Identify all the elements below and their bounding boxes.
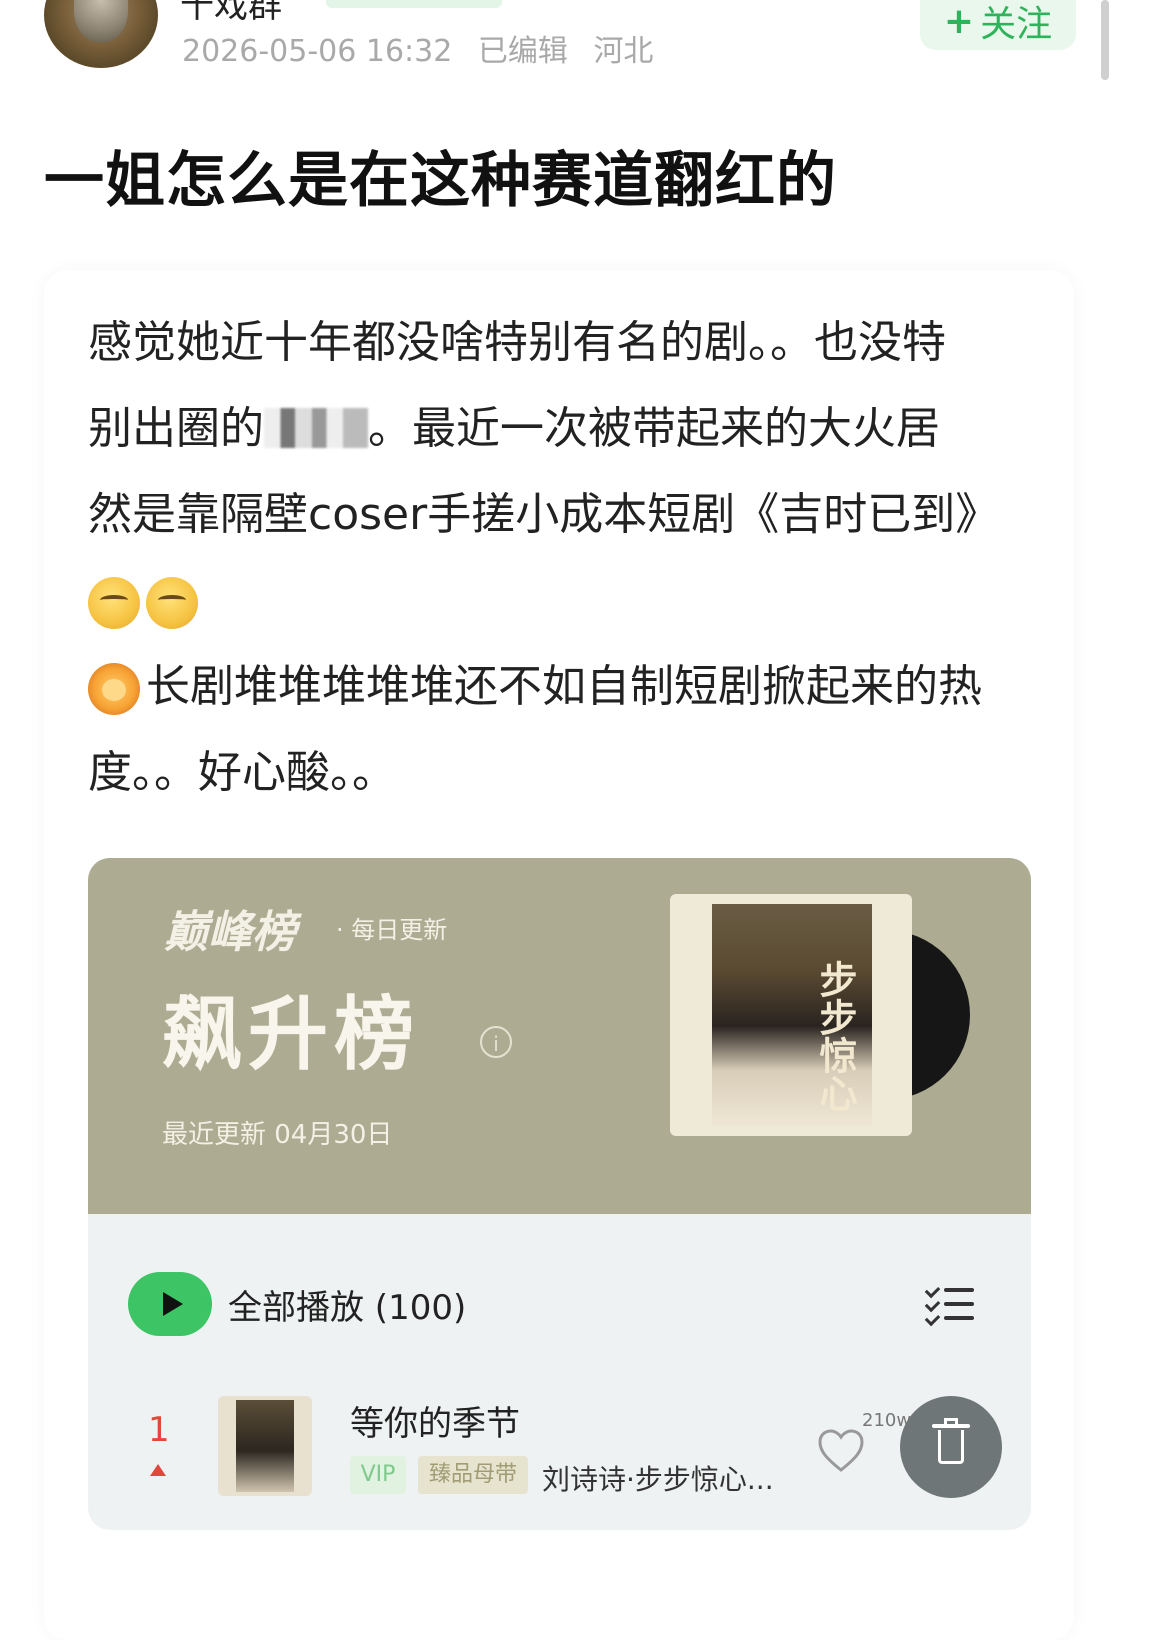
post-title: 一姐怎么是在这种赛道翻红的 xyxy=(44,146,837,216)
location-label: 河北 xyxy=(593,34,654,69)
body-line: 长剧堆堆堆堆堆还不如自制短剧掀起来的热 xyxy=(88,644,1028,730)
song-rank: 1 xyxy=(148,1410,170,1450)
mosaic-censor xyxy=(264,408,368,448)
lion-face-icon xyxy=(88,663,140,715)
scrollbar[interactable] xyxy=(1101,0,1109,80)
premium-master-tag: 臻品母带 xyxy=(418,1456,528,1494)
play-all-row: 全部播放 (100) xyxy=(128,1272,1008,1338)
post-body: 感觉她近十年都没啥特别有名的剧。。也没特 别出圈的 。最近一次被带起来的大火居 然… xyxy=(88,300,1028,816)
rank-up-arrow-icon xyxy=(150,1464,166,1476)
body-line xyxy=(88,558,1028,644)
info-icon[interactable]: i xyxy=(480,1026,512,1058)
play-all-label[interactable]: 全部播放 (100) xyxy=(228,1280,466,1329)
username[interactable]: 十戏群 xyxy=(180,0,282,27)
song-title: 等你的季节 xyxy=(350,1404,520,1444)
delete-button[interactable] xyxy=(900,1396,1002,1498)
body-text-segment: 。最近一次被带起来的大火居 xyxy=(368,403,940,454)
song-thumbnail xyxy=(218,1396,312,1496)
follow-label: 关注 xyxy=(980,4,1053,45)
thinking-face-icon xyxy=(88,577,140,629)
album-cover[interactable]: 步步惊心 xyxy=(670,894,912,1136)
embedded-screenshot[interactable]: 巅峰榜 · 每日更新 飙升榜 i 最近更新 04月30日 步步惊心 全部播放 (… xyxy=(88,858,1031,1530)
song-artist-album: 刘诗诗·步步惊心... xyxy=(542,1463,774,1496)
updated-label: 最近更新 04月30日 xyxy=(162,1120,393,1150)
post-date: 2026-05-06 16:32 xyxy=(182,34,453,69)
play-all-button[interactable] xyxy=(128,1272,212,1336)
body-line: 感觉她近十年都没啥特别有名的剧。。也没特 xyxy=(88,317,946,368)
drama-poster-image: 步步惊心 xyxy=(712,904,872,1126)
body-line: 然是靠隔壁coser手搓小成本短剧《吉时已到》 xyxy=(88,489,1000,540)
vip-tag: VIP xyxy=(350,1456,406,1494)
user-badge xyxy=(326,0,502,8)
body-line: 别出圈的 。最近一次被带起来的大火居 xyxy=(88,386,1028,472)
rank-name: 飙升榜 xyxy=(162,988,420,1081)
plus-icon: + xyxy=(943,0,975,42)
edited-label: 已编辑 xyxy=(477,34,568,69)
avatar[interactable] xyxy=(44,0,158,68)
song-row[interactable]: 1 等你的季节 VIP 臻品母带 刘诗诗·步步惊心... 210w+ xyxy=(88,1390,1031,1510)
multi-select-list-icon[interactable] xyxy=(924,1282,974,1327)
body-text-segment: 长剧堆堆堆堆堆还不如自制短剧掀起来的热 xyxy=(146,661,982,712)
heart-icon[interactable] xyxy=(816,1426,866,1476)
chart-banner: 巅峰榜 · 每日更新 飙升榜 i 最近更新 04月30日 步步惊心 xyxy=(88,858,1031,1214)
daily-update-label: · 每日更新 xyxy=(336,916,448,944)
avatar-cat-image xyxy=(74,0,128,42)
body-text-segment: 别出圈的 xyxy=(88,403,264,454)
follow-button[interactable]: + 关注 xyxy=(920,0,1076,50)
chart-brand: 巅峰榜 xyxy=(164,907,296,958)
play-icon xyxy=(163,1292,183,1316)
thinking-face-icon xyxy=(146,577,198,629)
post-meta: 2026-05-06 16:32 已编辑 河北 xyxy=(182,26,669,70)
poster-calligraphy: 步步惊心 xyxy=(813,960,857,1112)
body-line: 度。。好心酸。。 xyxy=(88,747,396,798)
